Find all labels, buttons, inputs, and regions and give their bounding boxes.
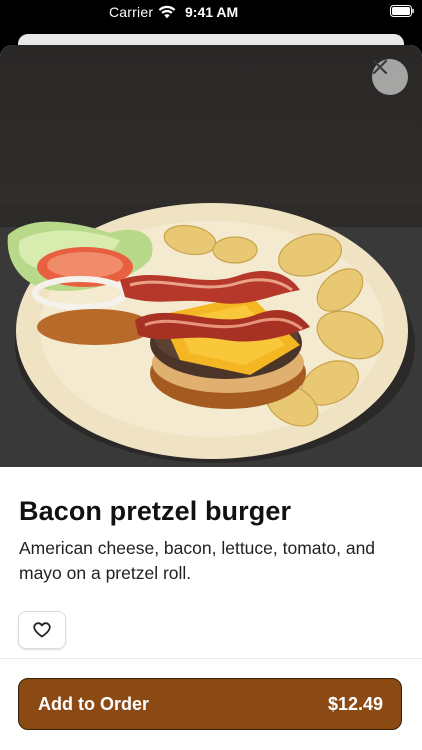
- divider: [0, 658, 422, 659]
- wifi-icon: [158, 5, 176, 19]
- carrier-label: Carrier: [109, 4, 154, 20]
- item-description: American cheese, bacon, lettuce, tomato,…: [19, 538, 376, 583]
- heart-icon: [33, 622, 51, 638]
- item-price: $12.49: [327, 694, 383, 714]
- add-to-order-button[interactable]: Add to Order $12.49: [18, 678, 402, 730]
- item-detail-sheet: Bacon pretzel burger American cheese, ba…: [0, 45, 422, 750]
- burger-illustration: [0, 203, 422, 467]
- screen: Carrier 9:41 AM Bacon pretzel burger Ame…: [0, 0, 422, 750]
- item-title: Bacon pretzel burger: [19, 496, 292, 526]
- close-icon: [372, 59, 388, 75]
- clock-label: 9:41 AM: [185, 4, 239, 20]
- battery-icon: [390, 5, 414, 17]
- close-button[interactable]: [372, 59, 408, 95]
- add-to-order-label: Add to Order: [38, 694, 149, 714]
- favorite-button[interactable]: [18, 611, 66, 649]
- item-photo: [0, 45, 422, 467]
- status-bar: Carrier 9:41 AM: [0, 0, 422, 28]
